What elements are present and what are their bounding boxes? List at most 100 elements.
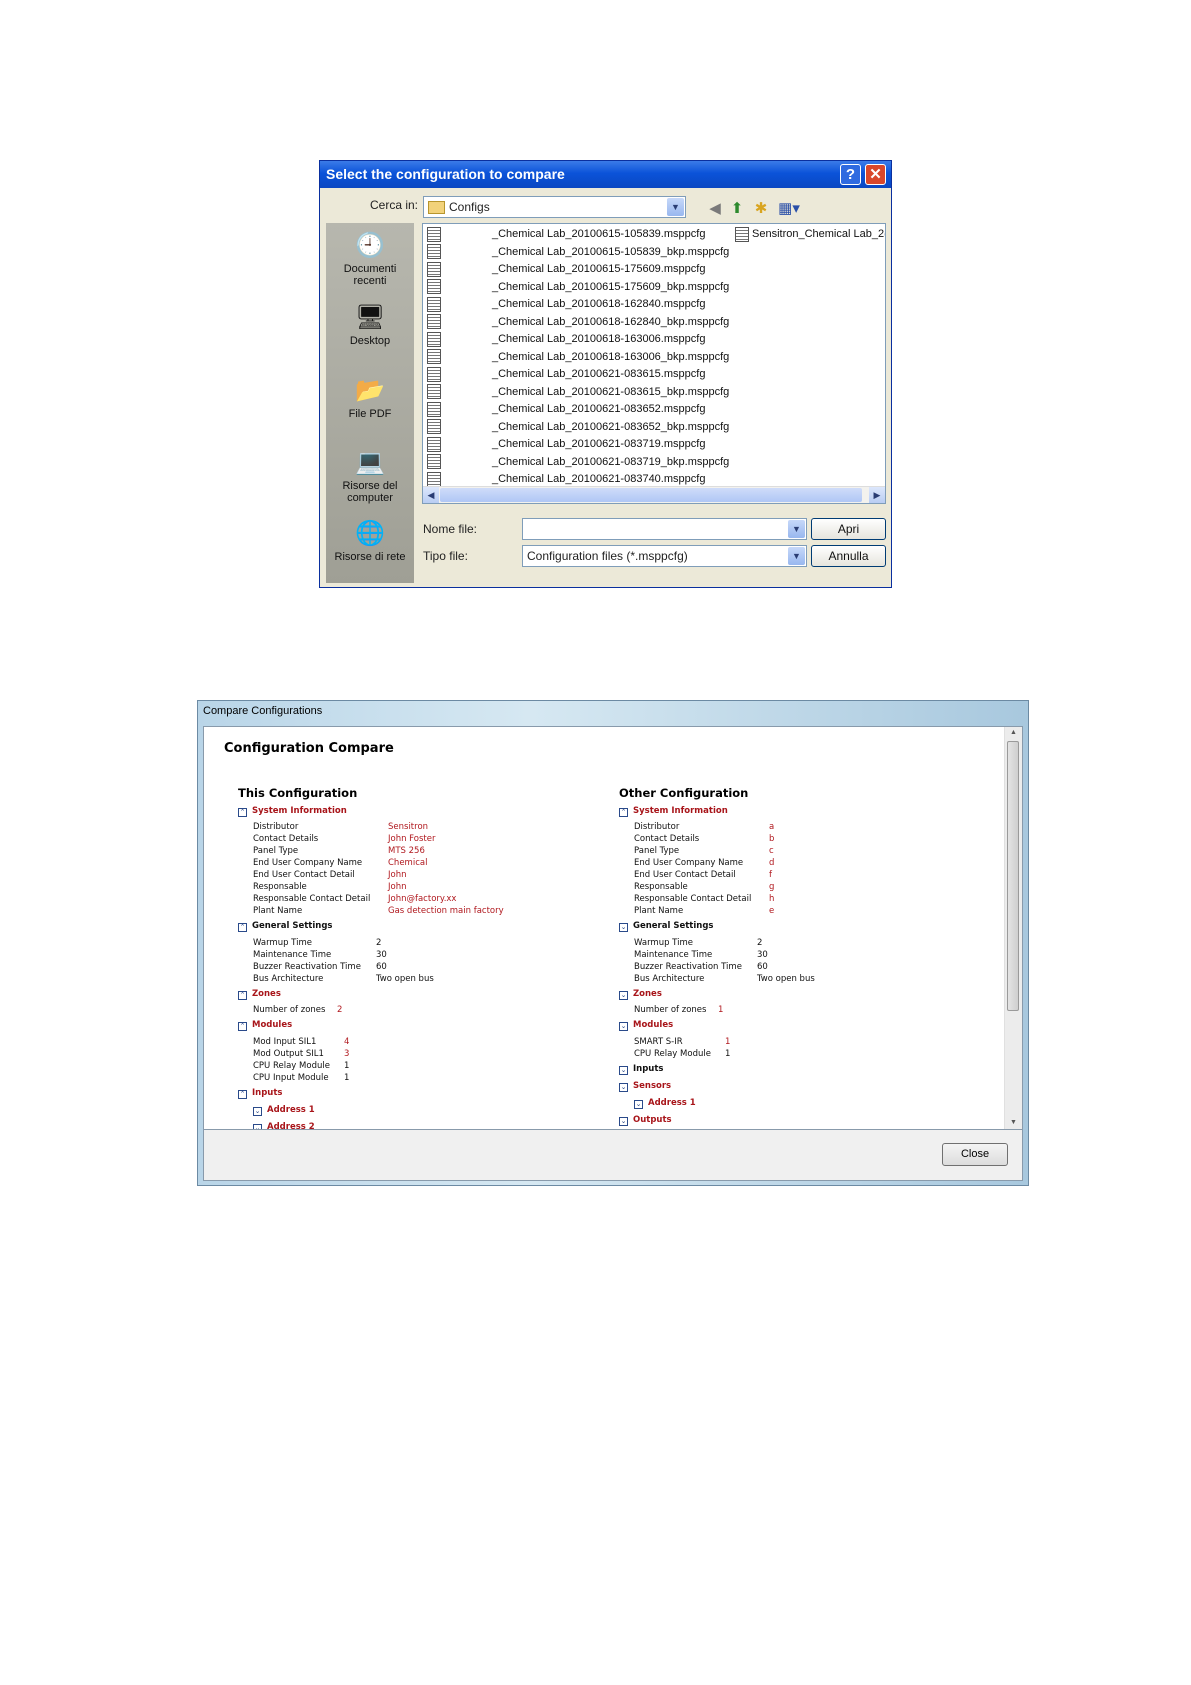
- file-item[interactable]: _Chemical Lab_20100618-163006.msppcfg: [427, 331, 705, 348]
- collapse-icon[interactable]: ⌃: [619, 808, 628, 817]
- file-icon: [735, 226, 749, 242]
- scroll-thumb[interactable]: [1007, 741, 1019, 1011]
- file-icon: [427, 314, 441, 330]
- kv-row: CPU Input Module 1: [253, 1073, 350, 1083]
- scroll-thumb[interactable]: [440, 488, 862, 502]
- section-system-information[interactable]: ⌃ System Information: [619, 806, 728, 817]
- expand-icon[interactable]: ⌄: [634, 1100, 643, 1109]
- place-desktop[interactable]: 🖥 Desktop: [326, 303, 414, 347]
- place-label: Documenti recenti: [343, 263, 397, 287]
- place-my-computer[interactable]: 💻 Risorse del computer: [326, 448, 414, 504]
- expand-icon[interactable]: ⌄: [619, 923, 628, 932]
- section-inputs[interactable]: ⌄ Inputs: [619, 1064, 663, 1075]
- section-address-2[interactable]: ⌄ Address 2: [253, 1122, 315, 1129]
- file-item[interactable]: Sensitron_Chemical Lab_2(: [735, 226, 885, 243]
- section-address-1[interactable]: ⌄ Address 1: [253, 1105, 315, 1116]
- place-network[interactable]: 🌐 Risorse di rete: [326, 519, 414, 563]
- place-label: Desktop: [349, 335, 391, 347]
- chevron-down-icon[interactable]: ▼: [788, 547, 805, 565]
- file-item[interactable]: _Chemical Lab_20100615-105839_bkp.msppcf…: [427, 244, 729, 261]
- scroll-left-icon[interactable]: ◀: [423, 487, 439, 503]
- collapse-icon[interactable]: ⌃: [238, 991, 247, 1000]
- kv-row: Maintenance Time 30: [253, 950, 387, 960]
- file-item[interactable]: _Chemical Lab_20100621-083719_bkp.msppcf…: [427, 454, 729, 471]
- expand-icon[interactable]: ⌄: [619, 1066, 628, 1075]
- cancel-button[interactable]: Annulla: [811, 545, 886, 567]
- expand-icon[interactable]: ⌄: [619, 1022, 628, 1031]
- file-item[interactable]: _Chemical Lab_20100618-163006_bkp.msppcf…: [427, 349, 729, 366]
- expand-icon[interactable]: ⌄: [619, 991, 628, 1000]
- kv-row: Number of zones 2: [253, 1005, 343, 1015]
- horizontal-scrollbar[interactable]: ◀ ▶: [423, 486, 885, 503]
- file-item[interactable]: _Chemical Lab_20100621-083719.msppcfg: [427, 436, 705, 453]
- section-inputs[interactable]: ⌃ Inputs: [238, 1088, 282, 1099]
- file-item[interactable]: _Chemical Lab_20100615-175609_bkp.msppcf…: [427, 279, 729, 296]
- expand-icon[interactable]: ⌄: [619, 1117, 628, 1126]
- file-icon: [427, 349, 441, 365]
- kv-row: Responsable g: [634, 882, 775, 892]
- places-bar: 🕘 Documenti recenti 🖥 Desktop 📂 File PDF…: [326, 223, 414, 583]
- help-button[interactable]: ?: [840, 164, 861, 185]
- expand-icon[interactable]: ⌄: [253, 1107, 262, 1116]
- file-item[interactable]: _Chemical Lab_20100621-083615.msppcfg: [427, 366, 705, 383]
- file-item[interactable]: _Chemical Lab_20100621-083615_bkp.msppcf…: [427, 384, 729, 401]
- scroll-down-icon[interactable]: ▼: [1005, 1117, 1022, 1129]
- chevron-down-icon[interactable]: ▼: [667, 198, 684, 216]
- scroll-right-icon[interactable]: ▶: [869, 487, 885, 503]
- kv-row: Contact Details b: [634, 834, 775, 844]
- section-zones[interactable]: ⌃ Zones: [238, 989, 281, 1000]
- section-general-settings[interactable]: ⌄ General Settings: [619, 921, 713, 932]
- file-item[interactable]: _Chemical Lab_20100615-105839.msppcfg: [427, 226, 705, 243]
- up-folder-icon[interactable]: ⬆: [728, 200, 746, 218]
- collapse-icon[interactable]: ⌃: [238, 923, 247, 932]
- scroll-up-icon[interactable]: ▲: [1005, 727, 1022, 739]
- section-general-settings[interactable]: ⌃ General Settings: [238, 921, 332, 932]
- back-icon[interactable]: ◀: [706, 200, 724, 218]
- kv-row: Warmup Time 2: [634, 938, 763, 948]
- collapse-icon[interactable]: ⌃: [238, 1090, 247, 1099]
- section-address-1[interactable]: ⌄ Address 1: [634, 1098, 696, 1109]
- dialog-title: Select the configuration to compare: [326, 166, 565, 182]
- kv-row: CPU Relay Module 1: [634, 1049, 731, 1059]
- section-modules[interactable]: ⌄ Modules: [619, 1020, 673, 1031]
- expand-icon[interactable]: ⌄: [619, 1083, 628, 1092]
- file-item[interactable]: _Chemical Lab_20100621-083652.msppcfg: [427, 401, 705, 418]
- kv-row: Contact Details John Foster: [253, 834, 436, 844]
- close-button[interactable]: ✕: [865, 164, 886, 185]
- section-modules[interactable]: ⌃ Modules: [238, 1020, 292, 1031]
- section-system-information[interactable]: ⌃ System Information: [238, 806, 347, 817]
- chevron-down-icon[interactable]: ▼: [788, 520, 805, 538]
- new-folder-icon[interactable]: ✱: [752, 200, 770, 218]
- place-recent-documents[interactable]: 🕘 Documenti recenti: [326, 231, 414, 287]
- file-icon: [427, 401, 441, 417]
- open-button[interactable]: Apri: [811, 518, 886, 540]
- file-item[interactable]: _Chemical Lab_20100618-162840.msppcfg: [427, 296, 705, 313]
- place-label: Risorse di rete: [334, 551, 406, 563]
- view-menu-icon[interactable]: ▦▾: [776, 200, 802, 218]
- kv-row: Plant Name e: [634, 906, 775, 916]
- place-file-pdf[interactable]: 📂 File PDF: [326, 376, 414, 420]
- file-name-input[interactable]: ▼: [522, 518, 807, 540]
- file-item[interactable]: _Chemical Lab_20100621-083652_bkp.msppcf…: [427, 419, 729, 436]
- file-icon: [427, 226, 441, 242]
- dialog-title-bar[interactable]: Select the configuration to compare ? ✕: [320, 161, 891, 188]
- file-item[interactable]: _Chemical Lab_20100615-175609.msppcfg: [427, 261, 705, 278]
- vertical-scrollbar[interactable]: ▲ ▼: [1004, 727, 1022, 1129]
- file-item[interactable]: _Chemical Lab_20100618-162840_bkp.msppcf…: [427, 314, 729, 331]
- file-list[interactable]: _Chemical Lab_20100615-105839.msppcfg _C…: [422, 223, 886, 504]
- collapse-icon[interactable]: ⌃: [238, 808, 247, 817]
- file-type-dropdown[interactable]: Configuration files (*.msppcfg) ▼: [522, 545, 807, 567]
- file-icon: [427, 366, 441, 382]
- kv-row: Panel Type MTS 256: [253, 846, 425, 856]
- kv-row: Distributor a: [634, 822, 775, 832]
- section-zones[interactable]: ⌄ Zones: [619, 989, 662, 1000]
- look-in-label: Cerca in:: [370, 198, 419, 212]
- close-button[interactable]: Close: [942, 1143, 1008, 1166]
- section-outputs[interactable]: ⌄ Outputs: [619, 1115, 672, 1126]
- file-type-label: Tipo file:: [423, 549, 468, 563]
- file-icon: [427, 436, 441, 452]
- look-in-dropdown[interactable]: Configs ▼: [423, 196, 686, 218]
- collapse-icon[interactable]: ⌃: [238, 1022, 247, 1031]
- kv-row: Mod Input SIL1 4: [253, 1037, 350, 1047]
- section-sensors[interactable]: ⌄ Sensors: [619, 1081, 671, 1092]
